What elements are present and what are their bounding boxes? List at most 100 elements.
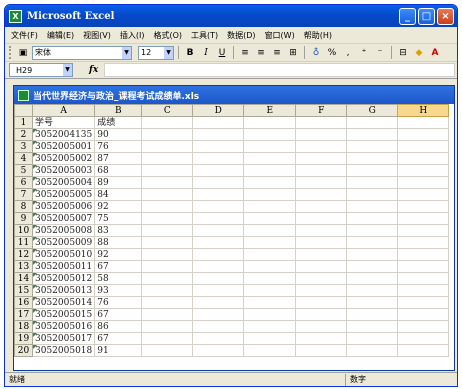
font-size-select[interactable]: 12 ▼ bbox=[138, 45, 174, 60]
cell-score[interactable]: 76 bbox=[94, 296, 143, 309]
empty-cell[interactable] bbox=[346, 236, 399, 249]
cell-score[interactable]: 67 bbox=[94, 332, 143, 345]
empty-cell[interactable] bbox=[397, 332, 450, 345]
cell-score[interactable]: 93 bbox=[94, 284, 143, 297]
empty-cell[interactable] bbox=[192, 164, 245, 177]
empty-cell[interactable] bbox=[192, 152, 245, 165]
column-header-h[interactable]: H bbox=[397, 104, 450, 117]
empty-cell[interactable] bbox=[243, 248, 297, 261]
row-header[interactable]: 5 bbox=[14, 164, 33, 177]
menu-data[interactable]: 数据(D) bbox=[227, 30, 255, 41]
empty-cell[interactable] bbox=[295, 248, 348, 261]
cell-student-id[interactable]: 3052005017 bbox=[31, 332, 96, 345]
empty-cell[interactable] bbox=[397, 284, 450, 297]
empty-cell[interactable] bbox=[192, 320, 245, 333]
maximize-button[interactable]: □ bbox=[418, 7, 435, 25]
select-all-corner[interactable] bbox=[14, 104, 33, 117]
empty-cell[interactable] bbox=[243, 296, 297, 309]
align-center-icon[interactable]: ≡ bbox=[254, 46, 268, 60]
menu-window[interactable]: 窗口(W) bbox=[265, 30, 295, 41]
row-header[interactable]: 2 bbox=[14, 128, 33, 141]
empty-cell[interactable] bbox=[192, 176, 245, 189]
align-right-icon[interactable]: ≡ bbox=[270, 46, 284, 60]
empty-cell[interactable] bbox=[397, 128, 450, 141]
empty-cell[interactable] bbox=[346, 320, 399, 333]
column-header-b[interactable]: B bbox=[94, 104, 143, 117]
empty-cell[interactable] bbox=[397, 260, 450, 273]
cell-score[interactable]: 67 bbox=[94, 260, 143, 273]
row-header[interactable]: 12 bbox=[14, 248, 33, 261]
cell-student-id[interactable]: 3052005007 bbox=[31, 212, 96, 225]
empty-cell[interactable] bbox=[397, 188, 450, 201]
empty-cell[interactable] bbox=[141, 176, 194, 189]
empty-cell[interactable] bbox=[141, 128, 194, 141]
chevron-down-icon[interactable]: ▼ bbox=[122, 46, 131, 59]
empty-cell[interactable] bbox=[141, 200, 194, 213]
cell-student-id[interactable]: 3052005006 bbox=[31, 200, 96, 213]
cell-student-id[interactable]: 3052005009 bbox=[31, 236, 96, 249]
empty-cell[interactable] bbox=[346, 140, 399, 153]
increase-decimal-icon[interactable]: ⁺ bbox=[357, 46, 371, 60]
close-button[interactable]: × bbox=[437, 7, 454, 25]
row-header[interactable]: 13 bbox=[14, 260, 33, 273]
menu-file[interactable]: 文件(F) bbox=[11, 30, 38, 41]
cell-student-id[interactable]: 3052005013 bbox=[31, 284, 96, 297]
row-header[interactable]: 3 bbox=[14, 140, 33, 153]
empty-cell[interactable] bbox=[346, 272, 399, 285]
empty-cell[interactable] bbox=[141, 308, 194, 321]
cell-student-id[interactable]: 3052005008 bbox=[31, 224, 96, 237]
empty-cell[interactable] bbox=[192, 344, 245, 357]
empty-cell[interactable] bbox=[295, 296, 348, 309]
title-bar[interactable]: X Microsoft Excel _ □ × bbox=[5, 5, 457, 27]
empty-cell[interactable] bbox=[192, 116, 245, 129]
empty-cell[interactable] bbox=[397, 176, 450, 189]
formula-input[interactable] bbox=[104, 63, 455, 77]
cell-student-id[interactable]: 3052005003 bbox=[31, 164, 96, 177]
empty-cell[interactable] bbox=[397, 152, 450, 165]
cell-score[interactable]: 成绩 bbox=[94, 116, 143, 129]
empty-cell[interactable] bbox=[192, 212, 245, 225]
empty-cell[interactable] bbox=[192, 332, 245, 345]
cell-score[interactable]: 83 bbox=[94, 224, 143, 237]
empty-cell[interactable] bbox=[346, 176, 399, 189]
cell-student-id[interactable]: 3052005014 bbox=[31, 296, 96, 309]
empty-cell[interactable] bbox=[346, 296, 399, 309]
cell-score[interactable]: 58 bbox=[94, 272, 143, 285]
empty-cell[interactable] bbox=[141, 332, 194, 345]
workbook-title-bar[interactable]: 当代世界经济与政治_课程考试成绩单.xls bbox=[14, 86, 454, 104]
empty-cell[interactable] bbox=[192, 296, 245, 309]
cell-score[interactable]: 90 bbox=[94, 128, 143, 141]
empty-cell[interactable] bbox=[295, 260, 348, 273]
empty-cell[interactable] bbox=[295, 116, 348, 129]
empty-cell[interactable] bbox=[243, 260, 297, 273]
cell-score[interactable]: 68 bbox=[94, 164, 143, 177]
empty-cell[interactable] bbox=[141, 140, 194, 153]
empty-cell[interactable] bbox=[141, 224, 194, 237]
empty-cell[interactable] bbox=[346, 332, 399, 345]
row-header[interactable]: 17 bbox=[14, 308, 33, 321]
empty-cell[interactable] bbox=[397, 272, 450, 285]
empty-cell[interactable] bbox=[141, 272, 194, 285]
empty-cell[interactable] bbox=[243, 272, 297, 285]
empty-cell[interactable] bbox=[397, 164, 450, 177]
empty-cell[interactable] bbox=[346, 344, 399, 357]
empty-cell[interactable] bbox=[192, 284, 245, 297]
empty-cell[interactable] bbox=[346, 116, 399, 129]
empty-cell[interactable] bbox=[243, 224, 297, 237]
empty-cell[interactable] bbox=[141, 152, 194, 165]
cell-student-id[interactable]: 3052005015 bbox=[31, 308, 96, 321]
column-header-a[interactable]: A bbox=[31, 104, 96, 117]
cell-score[interactable]: 84 bbox=[94, 188, 143, 201]
empty-cell[interactable] bbox=[192, 248, 245, 261]
minimize-button[interactable]: _ bbox=[399, 7, 416, 25]
menu-insert[interactable]: 插入(I) bbox=[120, 30, 145, 41]
row-header[interactable]: 20 bbox=[14, 344, 33, 357]
menu-help[interactable]: 帮助(H) bbox=[304, 30, 332, 41]
empty-cell[interactable] bbox=[295, 320, 348, 333]
empty-cell[interactable] bbox=[141, 296, 194, 309]
empty-cell[interactable] bbox=[243, 284, 297, 297]
empty-cell[interactable] bbox=[295, 140, 348, 153]
empty-cell[interactable] bbox=[397, 212, 450, 225]
borders-icon[interactable]: ⊟ bbox=[396, 46, 410, 60]
empty-cell[interactable] bbox=[243, 332, 297, 345]
